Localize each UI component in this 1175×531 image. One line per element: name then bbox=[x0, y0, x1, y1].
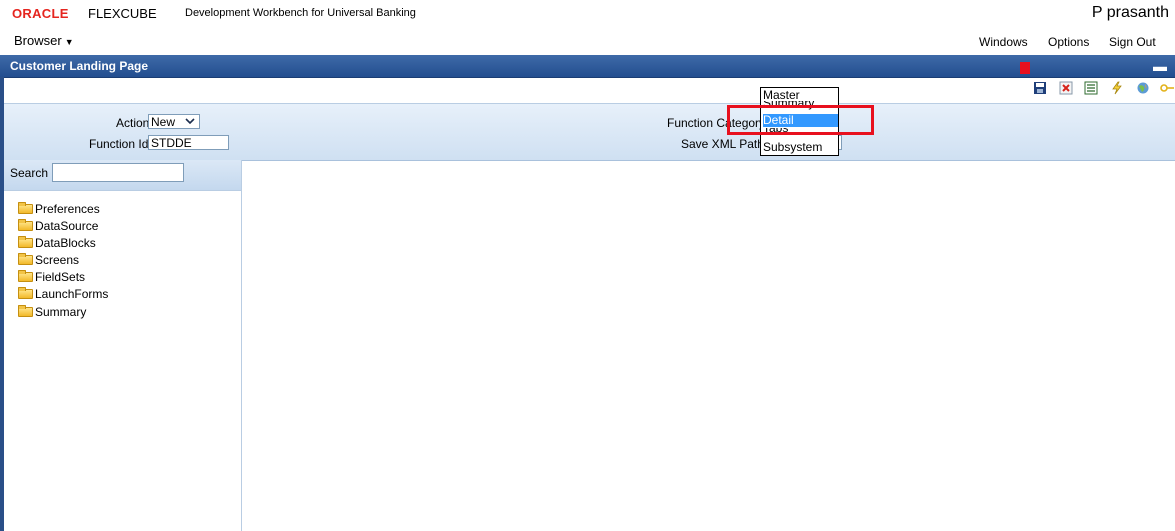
action-select-value: New bbox=[151, 115, 176, 129]
function-id-input[interactable]: STDDE bbox=[148, 135, 229, 150]
oracle-logo: ORACLE bbox=[12, 6, 69, 21]
tree-item-label: DataSource bbox=[35, 219, 99, 233]
globe-icon[interactable] bbox=[1136, 81, 1150, 95]
save-icon[interactable] bbox=[1033, 81, 1047, 95]
tree-item-datablocks[interactable]: DataBlocks bbox=[18, 235, 96, 251]
window-header bbox=[0, 55, 1175, 78]
action-select[interactable]: New bbox=[148, 114, 200, 129]
list-icon[interactable] bbox=[1084, 81, 1098, 95]
highlight-marker bbox=[1020, 62, 1030, 74]
tree-item-fieldsets[interactable]: FieldSets bbox=[18, 269, 85, 285]
search-input[interactable] bbox=[52, 163, 184, 182]
tree-item-label: Summary bbox=[35, 305, 87, 319]
lightning-icon[interactable] bbox=[1110, 81, 1124, 95]
tree-item-screens[interactable]: Screens bbox=[18, 252, 79, 268]
user-name: P prasanth bbox=[1091, 4, 1169, 21]
key-icon[interactable] bbox=[1160, 81, 1174, 95]
highlight-box bbox=[727, 105, 874, 135]
dropdown-option-subsystem[interactable]: Subsystem bbox=[763, 141, 838, 154]
product-name: FLEXCUBE bbox=[88, 6, 157, 21]
tree-item-label: Screens bbox=[35, 253, 80, 267]
folder-icon bbox=[18, 305, 33, 317]
tree-item-launchforms[interactable]: LaunchForms bbox=[18, 286, 108, 302]
tree-item-label: LaunchForms bbox=[35, 287, 109, 301]
browser-menu[interactable]: Browser ▼ bbox=[14, 33, 74, 48]
close-icon[interactable] bbox=[1059, 81, 1073, 95]
tree-item-summary[interactable]: Summary bbox=[18, 304, 86, 320]
folder-icon bbox=[18, 270, 33, 282]
tree-item-datasource[interactable]: DataSource bbox=[18, 218, 98, 234]
sign-out-link[interactable]: Sign Out bbox=[1109, 35, 1156, 49]
folder-icon bbox=[18, 202, 33, 214]
chevron-down-icon: ▼ bbox=[64, 37, 74, 47]
tree-item-label: Preferences bbox=[35, 202, 100, 216]
form-panel bbox=[4, 103, 1175, 161]
folder-icon bbox=[18, 253, 33, 265]
app-title: Development Workbench for Universal Bank… bbox=[185, 7, 416, 19]
tree-item-label: DataBlocks bbox=[35, 236, 96, 250]
folder-icon bbox=[18, 219, 33, 231]
search-label: Search bbox=[10, 166, 49, 180]
minimize-icon[interactable]: ▬ bbox=[1153, 58, 1167, 74]
windows-menu[interactable]: Windows bbox=[979, 35, 1028, 49]
folder-icon bbox=[18, 236, 33, 248]
chevron-down-icon bbox=[185, 118, 195, 125]
action-label: Action bbox=[116, 116, 150, 130]
save-xml-path-label: Save XML Path bbox=[681, 137, 764, 151]
function-id-label: Function Id bbox=[89, 137, 149, 151]
top-bar bbox=[0, 0, 1175, 28]
folder-icon bbox=[18, 287, 33, 299]
tree-item-label: FieldSets bbox=[35, 270, 86, 284]
tree-item-preferences[interactable]: Preferences bbox=[18, 201, 100, 217]
browser-menu-label: Browser bbox=[14, 33, 62, 48]
page-title: Customer Landing Page bbox=[10, 59, 149, 73]
options-menu[interactable]: Options bbox=[1048, 35, 1089, 49]
